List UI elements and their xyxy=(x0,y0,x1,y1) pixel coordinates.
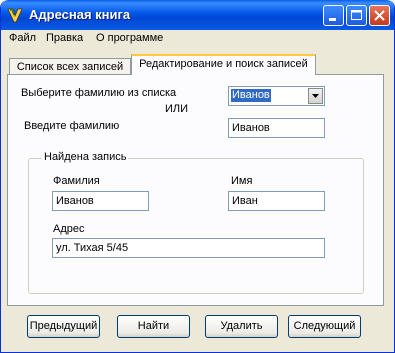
address-field[interactable]: ул. Тихая 5/45 xyxy=(52,238,325,258)
enter-surname-label: Введите фамилию xyxy=(24,120,120,132)
surname-field[interactable]: Иванов xyxy=(52,191,149,211)
app-window: Адресная книга Файл Правка О программе С… xyxy=(0,0,395,353)
delete-button[interactable]: Удалить xyxy=(205,315,278,338)
name-field[interactable]: Иван xyxy=(228,191,325,211)
menu-about[interactable]: О программе xyxy=(96,32,163,44)
previous-button[interactable]: Предыдущий xyxy=(27,315,100,338)
tab-all-records-label: Список всех записей xyxy=(16,61,124,73)
surname-combobox-value: Иванов xyxy=(231,89,271,102)
chevron-down-icon xyxy=(312,94,319,98)
maximize-button[interactable] xyxy=(346,5,367,26)
tab-edit-search[interactable]: Редактирование и поиск записей xyxy=(131,54,316,75)
menu-edit[interactable]: Правка xyxy=(46,32,83,44)
maximize-icon xyxy=(351,10,362,20)
title-bar[interactable]: Адресная книга xyxy=(1,0,394,30)
found-record-title: Найдена запись xyxy=(42,151,129,163)
close-button[interactable] xyxy=(369,5,390,26)
window-title: Адресная книга xyxy=(29,7,131,22)
surname-input[interactable]: Иванов xyxy=(228,118,325,138)
find-button[interactable]: Найти xyxy=(117,315,190,338)
next-button[interactable]: Следующий xyxy=(288,315,361,338)
name-label: Имя xyxy=(231,175,253,187)
close-icon xyxy=(374,10,385,21)
minimize-button[interactable] xyxy=(323,5,344,26)
surname-combobox[interactable]: Иванов xyxy=(228,86,325,106)
select-surname-label: Выберите фамилию из списка xyxy=(21,87,177,99)
menu-bar: Файл Правка О программе xyxy=(1,30,394,48)
menu-file[interactable]: Файл xyxy=(9,32,36,44)
dropdown-button[interactable] xyxy=(308,88,323,104)
tab-edit-search-label: Редактирование и поиск записей xyxy=(139,58,308,70)
minimize-icon xyxy=(329,18,336,21)
app-icon xyxy=(7,7,23,23)
or-label: ИЛИ xyxy=(165,103,189,115)
address-label: Адрес xyxy=(53,223,85,235)
surname-label: Фамилия xyxy=(53,175,100,187)
